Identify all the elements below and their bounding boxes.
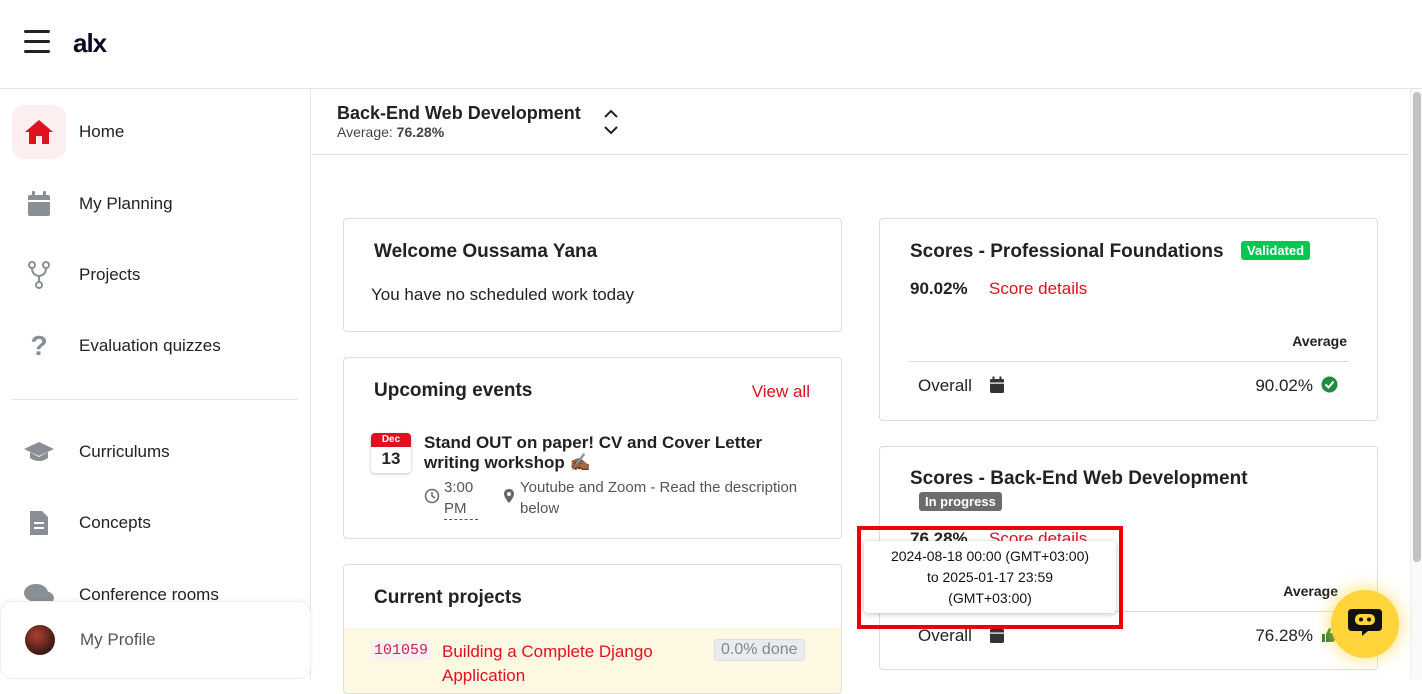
- scores-be-overall-value: 76.28%: [1255, 626, 1313, 645]
- upcoming-events-card: Upcoming events View all Dec 13 Stand OU…: [343, 357, 842, 539]
- sidebar: Home My Planning Projects ? Evaluation q…: [0, 89, 311, 679]
- tooltip-line-3: (GMT+03:00): [948, 590, 1032, 606]
- event-day: 13: [381, 449, 401, 468]
- scores-pf-card: Scores - Professional Foundations Valida…: [879, 218, 1378, 421]
- my-profile-button[interactable]: My Profile: [0, 601, 311, 679]
- graduation-cap-icon: [12, 425, 66, 479]
- event-location: Youtube and Zoom - Read the description …: [520, 479, 798, 517]
- calendar-icon[interactable]: [989, 376, 1005, 399]
- course-switch-chevron-icon[interactable]: [602, 107, 620, 142]
- chat-support-button[interactable]: [1331, 590, 1399, 658]
- hamburger-menu-icon[interactable]: [24, 30, 50, 54]
- sidebar-item-label: Evaluation quizzes: [79, 336, 221, 355]
- scores-pf-row-divider: [908, 361, 1349, 362]
- sidebar-item-label: Curriculums: [79, 442, 170, 461]
- course-average: Average: 76.28%: [337, 124, 444, 140]
- event-title[interactable]: Stand OUT on paper! CV and Cover Letter …: [424, 433, 784, 473]
- sidebar-item-label: Concepts: [79, 513, 151, 532]
- welcome-card: Welcome Oussama Yana You have no schedul…: [343, 218, 842, 332]
- scores-be-title: Scores - Back-End Web Development: [910, 468, 1248, 489]
- current-projects-card: Current projects 101059 Building a Compl…: [343, 564, 842, 694]
- alx-logo[interactable]: alx: [73, 28, 107, 59]
- top-bar: alx: [0, 0, 1422, 89]
- welcome-title: Welcome Oussama Yana: [374, 241, 598, 262]
- project-id: 101059: [371, 641, 432, 660]
- question-icon: ?: [30, 330, 48, 361]
- scores-pf-overall-label: Overall: [918, 376, 972, 395]
- validated-badge: Validated: [1241, 241, 1311, 260]
- tooltip-line-1: 2024-08-18 00:00 (GMT+03:00): [890, 548, 1090, 564]
- scores-pf-title: Scores - Professional Foundations: [910, 241, 1224, 262]
- event-date-badge: Dec 13: [371, 433, 411, 473]
- project-name-link[interactable]: Building a Complete Django Application: [442, 640, 732, 688]
- scores-pf-score: 90.02%: [910, 279, 968, 298]
- sidebar-item-projects[interactable]: Projects: [12, 247, 298, 303]
- sidebar-item-concepts[interactable]: Concepts: [12, 495, 298, 551]
- date-range-tooltip: 2024-08-18 00:00 (GMT+03:00) to 2025-01-…: [864, 541, 1116, 613]
- home-icon: [12, 105, 66, 159]
- sidebar-divider: [12, 399, 298, 400]
- events-title: Upcoming events: [374, 380, 533, 401]
- calendar-icon[interactable]: [989, 626, 1005, 649]
- profile-label: My Profile: [80, 630, 156, 649]
- scores-pf-average-header: Average: [1292, 333, 1347, 349]
- event-month: Dec: [371, 433, 411, 447]
- clock-icon: [424, 488, 440, 509]
- scores-be-average-header: Average: [1283, 583, 1338, 599]
- sidebar-item-curriculums[interactable]: Curriculums: [12, 424, 298, 480]
- project-progress-badge: 0.0% done: [714, 639, 805, 661]
- sidebar-item-label: My Planning: [79, 194, 173, 213]
- view-all-link[interactable]: View all: [752, 382, 810, 402]
- scrollbar-thumb[interactable]: [1413, 92, 1421, 562]
- sidebar-item-label: Home: [79, 122, 125, 141]
- in-progress-badge: In progress: [919, 492, 1002, 511]
- fork-icon: [12, 248, 66, 302]
- sidebar-item-my-planning[interactable]: My Planning: [12, 176, 298, 232]
- sidebar-item-evaluation-quizzes[interactable]: ? Evaluation quizzes: [12, 318, 298, 374]
- welcome-message: You have no scheduled work today: [371, 285, 635, 304]
- avatar: [25, 625, 55, 655]
- document-icon: [12, 496, 66, 550]
- course-title: Back-End Web Development: [337, 103, 581, 123]
- page-scrollbar[interactable]: [1410, 89, 1422, 679]
- sidebar-item-label: Projects: [79, 265, 141, 284]
- sidebar-item-home[interactable]: Home: [12, 104, 298, 160]
- check-circle-icon: [1321, 376, 1338, 398]
- projects-title: Current projects: [374, 587, 522, 608]
- location-pin-icon: [503, 488, 515, 509]
- scores-pf-details-link[interactable]: Score details: [989, 279, 1087, 299]
- course-average-value: 76.28%: [396, 124, 445, 140]
- tooltip-line-2: to 2025-01-17 23:59: [926, 569, 1054, 585]
- course-header: Back-End Web Development Average: 76.28%: [312, 89, 1409, 155]
- project-row[interactable]: 101059 Building a Complete Django Applic…: [344, 628, 841, 693]
- chat-bot-icon: [1346, 606, 1384, 643]
- calendar-icon: [12, 177, 66, 231]
- event-time: 3:00 PM: [444, 477, 478, 520]
- scores-be-overall-label: Overall: [918, 626, 972, 645]
- scores-pf-overall-value: 90.02%: [1255, 376, 1313, 395]
- course-average-label: Average:: [337, 124, 393, 140]
